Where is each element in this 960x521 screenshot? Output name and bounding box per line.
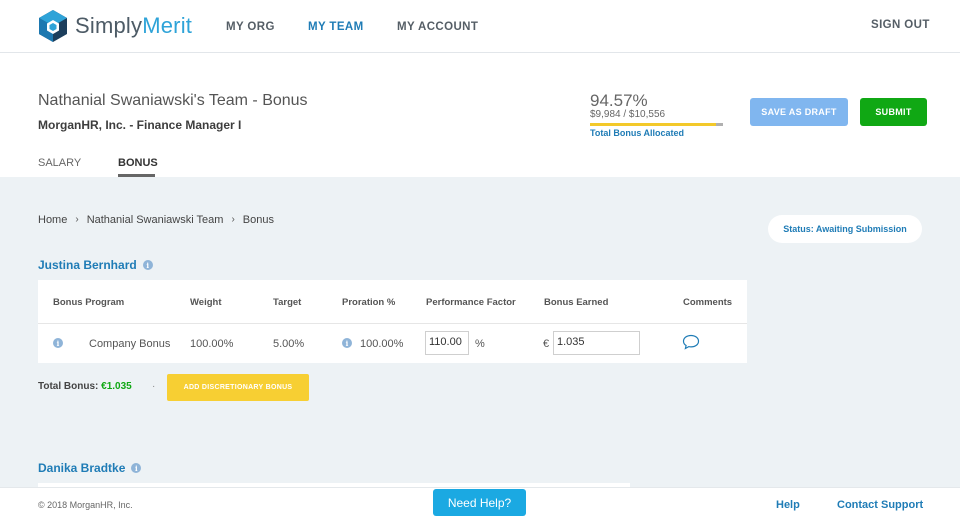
brand-name: SimplyMerit [75, 13, 193, 38]
performance-factor-input[interactable]: 110.00 [425, 331, 469, 355]
cell-program: Company Bonus [89, 338, 171, 350]
tab-salary[interactable]: SALARY [38, 157, 81, 169]
breadcrumb-team[interactable]: Nathanial Swaniawski Team [87, 214, 224, 226]
brand-logo[interactable]: SimplyMerit [37, 9, 192, 43]
employee-name[interactable]: Danika Bradtke i [38, 461, 142, 475]
main-content: Home › Nathanial Swaniawski Team › Bonus… [0, 177, 960, 521]
contact-support-link[interactable]: Contact Support [837, 499, 923, 511]
total-bonus-value: €1.035 [101, 381, 132, 392]
save-draft-button[interactable]: SAVE AS DRAFT [750, 98, 848, 126]
status-badge: Status: Awaiting Submission [768, 215, 922, 243]
total-bonus: Total Bonus: €1.035 [38, 381, 132, 392]
breadcrumb-separator: › [231, 214, 235, 225]
info-icon[interactable]: i [131, 463, 142, 473]
column-header: Weight [190, 297, 222, 308]
allocation-label: Total Bonus Allocated [590, 128, 685, 138]
copyright: © 2018 MorganHR, Inc. [38, 500, 133, 510]
cube-logo-icon [39, 10, 67, 42]
top-navbar: SimplyMerit MY ORG MY TEAM MY ACCOUNT SI… [0, 0, 960, 53]
employee-name-label: Justina Bernhard [38, 258, 137, 272]
breadcrumb-separator: › [75, 214, 79, 225]
cell-weight: 100.00% [190, 338, 234, 350]
nav-my-account[interactable]: MY ACCOUNT [397, 21, 478, 33]
cell-target: 5.00% [273, 338, 305, 350]
table-divider [38, 323, 747, 324]
page-subtitle: MorganHR, Inc. - Finance Manager I [38, 118, 242, 132]
cell-proration: 100.00% [360, 338, 404, 350]
breadcrumb: Home › Nathanial Swaniawski Team › Bonus [38, 214, 274, 226]
info-icon[interactable]: i [53, 338, 63, 348]
breadcrumb-current: Bonus [242, 214, 274, 226]
submit-button[interactable]: SUBMIT [860, 98, 927, 126]
breadcrumb-home[interactable]: Home [38, 214, 67, 226]
column-header: Bonus Program [53, 297, 125, 308]
bonus-table: Bonus Program Weight Target Proration % … [38, 280, 747, 363]
employee-name[interactable]: Justina Bernhard i [38, 258, 153, 272]
page-title: Nathanial Swaniawski's Team - Bonus [38, 92, 308, 109]
column-header: Comments [683, 297, 733, 308]
employee-name-label: Danika Bradtke [38, 461, 126, 475]
allocation-amount: $9,984 / $10,556 [590, 109, 666, 120]
column-header: Performance Factor [426, 297, 516, 308]
tab-bonus[interactable]: BONUS [118, 157, 158, 169]
page-header: Nathanial Swaniawski's Team - Bonus Morg… [0, 54, 960, 177]
bonus-earned-input[interactable]: 1.035 [553, 331, 640, 355]
nav-my-org[interactable]: MY ORG [226, 21, 275, 33]
allocation-percent: 94.57% [590, 91, 648, 110]
nav-my-team[interactable]: MY TEAM [308, 21, 364, 33]
allocation-progress-bar [590, 123, 723, 126]
percent-unit: % [475, 338, 485, 350]
column-header: Target [273, 297, 302, 308]
need-help-button[interactable]: Need Help? [433, 489, 526, 516]
footer: © 2018 MorganHR, Inc. Need Help? Help Co… [0, 487, 960, 521]
comment-bubble-icon[interactable] [682, 334, 700, 350]
add-discretionary-bonus-button[interactable]: ADD DISCRETIONARY BONUS [167, 374, 309, 401]
allocation-progress-fill [590, 123, 716, 126]
column-header: Proration % [342, 297, 396, 308]
info-icon[interactable]: i [142, 260, 153, 270]
separator-dot: · [152, 381, 156, 392]
help-link[interactable]: Help [776, 499, 800, 511]
column-header: Bonus Earned [544, 297, 609, 308]
currency-symbol: € [543, 338, 550, 350]
total-bonus-label: Total Bonus: [38, 381, 99, 392]
sign-out-link[interactable]: SIGN OUT [871, 19, 930, 31]
info-icon[interactable]: i [342, 338, 352, 348]
